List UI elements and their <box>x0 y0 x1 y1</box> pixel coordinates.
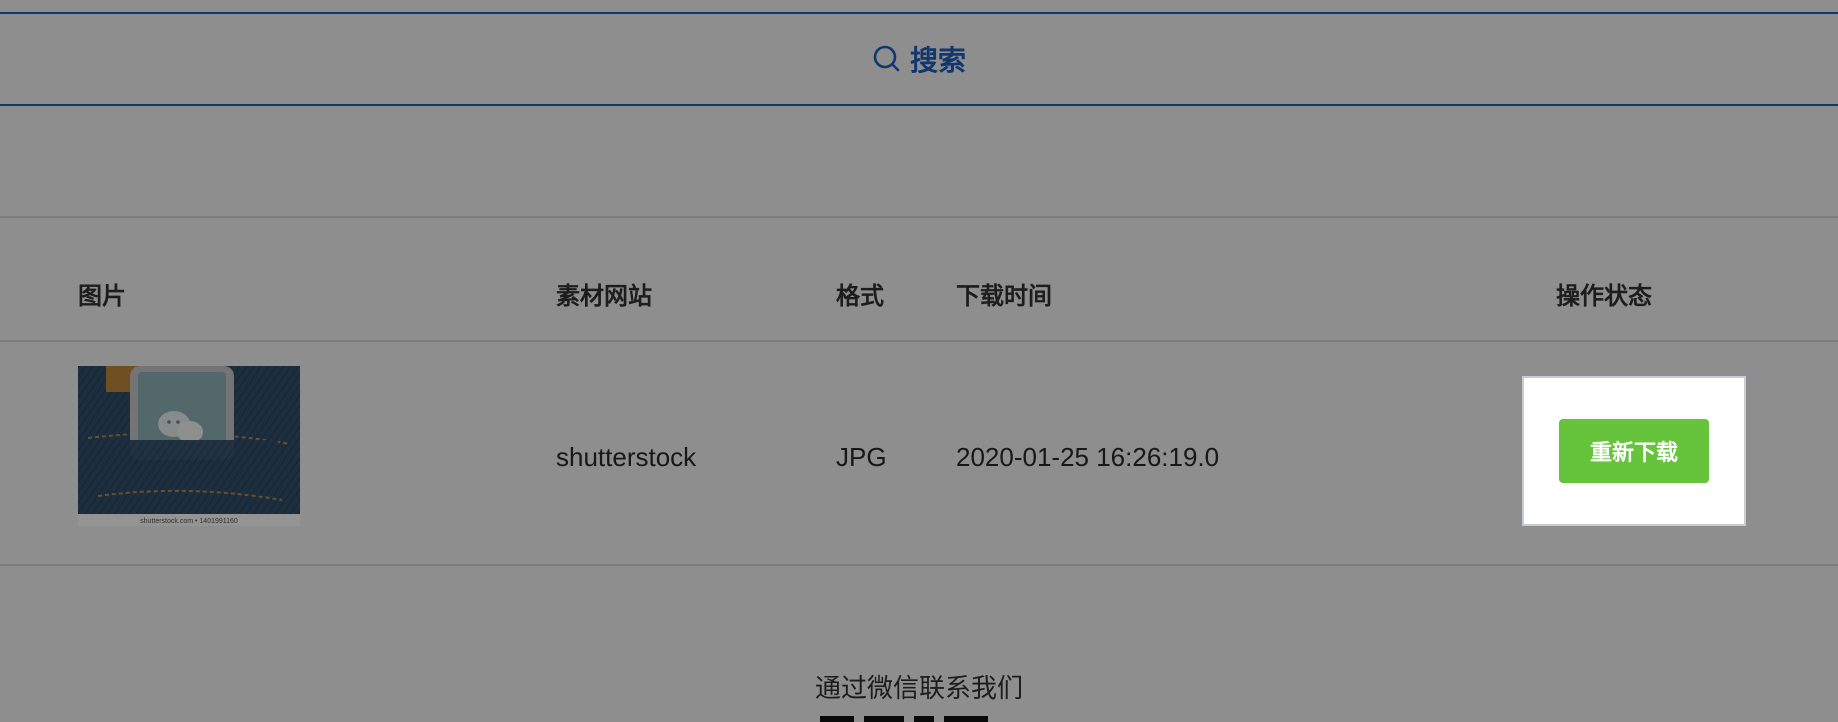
cell-format: JPG <box>836 442 887 472</box>
thumbnail-caption: shutterstock.com • 1401991160 <box>140 518 238 525</box>
row-divider <box>0 564 1838 566</box>
qr-code-image <box>820 716 998 722</box>
section-divider <box>0 216 1838 218</box>
header-format: 格式 <box>836 283 884 310</box>
cell-download-time: 2020-01-25 16:26:19.0 <box>956 442 1220 472</box>
contact-text: 通过微信联系我们 <box>814 673 1023 703</box>
search-bar: 搜索 <box>0 12 1838 106</box>
header-site: 素材网站 <box>556 283 652 310</box>
search-button[interactable]: 搜索 <box>872 39 966 79</box>
header-status: 操作状态 <box>1556 283 1652 310</box>
cell-site: shutterstock <box>556 442 697 472</box>
search-label: 搜索 <box>909 45 966 76</box>
thumbnail-image: shutterstock.com • 1401991160 <box>78 366 300 526</box>
header-download-time: 下载时间 <box>956 283 1052 310</box>
redownload-button[interactable]: 重新下载 <box>1559 419 1709 483</box>
highlighted-action-cell: 重新下载 <box>1522 376 1746 526</box>
search-icon <box>872 44 902 74</box>
page: 搜索 图片 素材网站 格式 下载时间 操作状态 shutterstock.com… <box>0 0 1838 722</box>
action-cell: 重新下载 <box>1522 376 1746 526</box>
header-image: 图片 <box>78 283 126 310</box>
